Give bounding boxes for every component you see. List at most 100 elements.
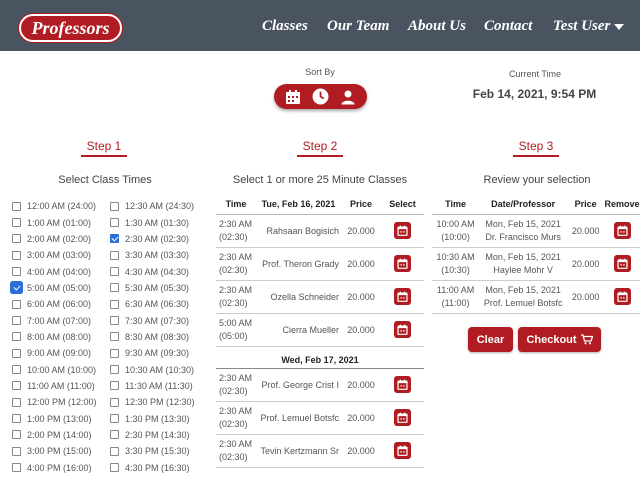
nav-about-us[interactable]: About Us	[408, 18, 466, 35]
time-option[interactable]: 1:00 AM (01:00)	[10, 218, 108, 228]
time-option-label: 7:00 AM (07:00)	[27, 315, 92, 326]
time-checkbox[interactable]	[12, 381, 21, 391]
time-checkbox[interactable]	[12, 365, 21, 375]
time-option[interactable]: 2:00 AM (02:00)	[10, 234, 108, 244]
calendar-icon	[285, 89, 300, 104]
time-option[interactable]: 12:30 AM (24:30)	[108, 201, 206, 211]
time-checkbox[interactable]	[110, 250, 119, 260]
time-option[interactable]: 11:30 AM (11:30)	[108, 381, 206, 391]
time-option[interactable]: 1:30 AM (01:30)	[108, 218, 206, 228]
time-option[interactable]: 6:00 AM (06:00)	[10, 299, 108, 309]
time-option[interactable]: 9:00 AM (09:00)	[10, 348, 108, 358]
time-option[interactable]: 3:00 PM (15:00)	[10, 446, 108, 456]
nav-classes[interactable]: Classes	[262, 18, 308, 35]
time-checkbox[interactable]	[110, 414, 119, 424]
time-option[interactable]: 3:30 AM (03:30)	[108, 250, 206, 260]
time-checkbox[interactable]	[110, 299, 119, 309]
class-select-cell	[381, 247, 424, 281]
header-date-professor: Date/Professor	[479, 195, 568, 215]
time-checkbox[interactable]	[12, 267, 21, 277]
time-checkbox[interactable]	[110, 201, 119, 211]
class-time: 5:00 AM	[219, 317, 253, 328]
time-checkbox[interactable]	[110, 316, 119, 326]
time-checkbox[interactable]	[12, 332, 21, 342]
select-class-button[interactable]	[394, 321, 411, 338]
time-checkbox[interactable]	[12, 299, 21, 309]
select-class-button[interactable]	[394, 409, 411, 426]
select-class-button[interactable]	[394, 222, 411, 239]
time-checkbox[interactable]	[12, 250, 21, 260]
time-checkbox[interactable]	[12, 316, 21, 326]
time-checkbox[interactable]	[12, 414, 21, 424]
time-checkbox[interactable]	[12, 283, 21, 293]
remove-class-button[interactable]	[613, 255, 631, 272]
time-option[interactable]: 12:00 AM (24:00)	[10, 201, 108, 211]
time-option[interactable]: 6:30 AM (06:30)	[108, 299, 206, 309]
time-checkbox[interactable]	[12, 397, 21, 407]
time-checkbox[interactable]	[12, 348, 21, 358]
time-checkbox[interactable]	[12, 234, 21, 244]
class-professor: Ozella Schneider	[256, 280, 341, 314]
time-option[interactable]: 12:30 PM (12:30)	[108, 397, 206, 407]
caret-down-icon	[614, 23, 625, 30]
time-checkbox[interactable]	[12, 463, 21, 473]
time-checkbox[interactable]	[12, 201, 21, 211]
time-option[interactable]: 4:30 PM (16:30)	[108, 463, 206, 473]
time-option[interactable]: 7:30 AM (07:30)	[108, 316, 206, 326]
time-checkbox[interactable]	[110, 397, 119, 407]
time-option[interactable]: 1:30 PM (13:30)	[108, 414, 206, 424]
time-checkbox[interactable]	[110, 463, 119, 473]
time-checkbox[interactable]	[110, 234, 119, 244]
nav-contact[interactable]: Contact	[484, 18, 532, 35]
time-row: 1:00 AM (01:00) 1:30 AM (01:30)	[10, 214, 210, 230]
time-option[interactable]: 5:30 AM (05:30)	[108, 283, 206, 293]
time-option[interactable]: 2:30 AM (02:30)	[108, 234, 206, 244]
sort-by-date-button[interactable]	[281, 85, 304, 108]
time-checkbox[interactable]	[110, 381, 119, 391]
select-class-button[interactable]	[394, 288, 411, 305]
nav-user-menu[interactable]: Test User	[553, 18, 625, 35]
time-option[interactable]: 2:30 PM (14:30)	[108, 430, 206, 440]
time-checkbox[interactable]	[110, 283, 119, 293]
time-option[interactable]: 4:00 AM (04:00)	[10, 267, 108, 277]
remove-class-button[interactable]	[613, 222, 631, 239]
time-checkbox[interactable]	[110, 430, 119, 440]
time-option[interactable]: 3:00 AM (03:00)	[10, 250, 108, 260]
time-option[interactable]: 9:30 AM (09:30)	[108, 348, 206, 358]
time-option[interactable]: 11:00 AM (11:00)	[10, 381, 108, 391]
time-checkbox[interactable]	[110, 218, 119, 228]
time-checkbox[interactable]	[12, 430, 21, 440]
sort-by-professor-button[interactable]	[337, 85, 360, 108]
select-class-button[interactable]	[394, 442, 411, 459]
time-checkbox[interactable]	[110, 348, 119, 358]
time-checkbox[interactable]	[110, 365, 119, 375]
time-option[interactable]: 8:30 AM (08:30)	[108, 332, 206, 342]
time-option[interactable]: 3:30 PM (15:30)	[108, 446, 206, 456]
time-option-label: 1:00 PM (13:00)	[27, 413, 92, 424]
time-option[interactable]: 12:00 PM (12:00)	[10, 397, 108, 407]
select-class-button[interactable]	[394, 376, 411, 393]
remove-class-button[interactable]	[613, 288, 631, 305]
checkout-button[interactable]: Checkout	[518, 327, 601, 352]
time-checkbox[interactable]	[12, 446, 21, 456]
time-option[interactable]: 10:30 AM (10:30)	[108, 365, 206, 375]
select-class-button[interactable]	[394, 255, 411, 272]
class-time-cell: 5:00 AM (05:00)	[216, 313, 256, 347]
nav-our-team[interactable]: Our Team	[327, 18, 389, 35]
clear-button[interactable]: Clear	[468, 327, 513, 352]
time-checkbox[interactable]	[110, 267, 119, 277]
time-checkbox[interactable]	[110, 332, 119, 342]
time-option[interactable]: 4:00 PM (16:00)	[10, 463, 108, 473]
time-option[interactable]: 10:00 AM (10:00)	[10, 365, 108, 375]
time-option[interactable]: 7:00 AM (07:00)	[10, 316, 108, 326]
time-option[interactable]: 5:00 AM (05:00)	[10, 283, 108, 293]
time-option[interactable]: 2:00 PM (14:00)	[10, 430, 108, 440]
time-checkbox[interactable]	[110, 446, 119, 456]
time-checkbox[interactable]	[12, 218, 21, 228]
time-option[interactable]: 1:00 PM (13:00)	[10, 414, 108, 424]
time-option[interactable]: 8:00 AM (08:00)	[10, 332, 108, 342]
time-row: 8:00 AM (08:00) 8:30 AM (08:30)	[10, 329, 210, 345]
brand-logo[interactable]: Professors	[19, 14, 122, 42]
sort-by-time-button[interactable]	[309, 85, 332, 108]
time-option[interactable]: 4:30 AM (04:30)	[108, 267, 206, 277]
